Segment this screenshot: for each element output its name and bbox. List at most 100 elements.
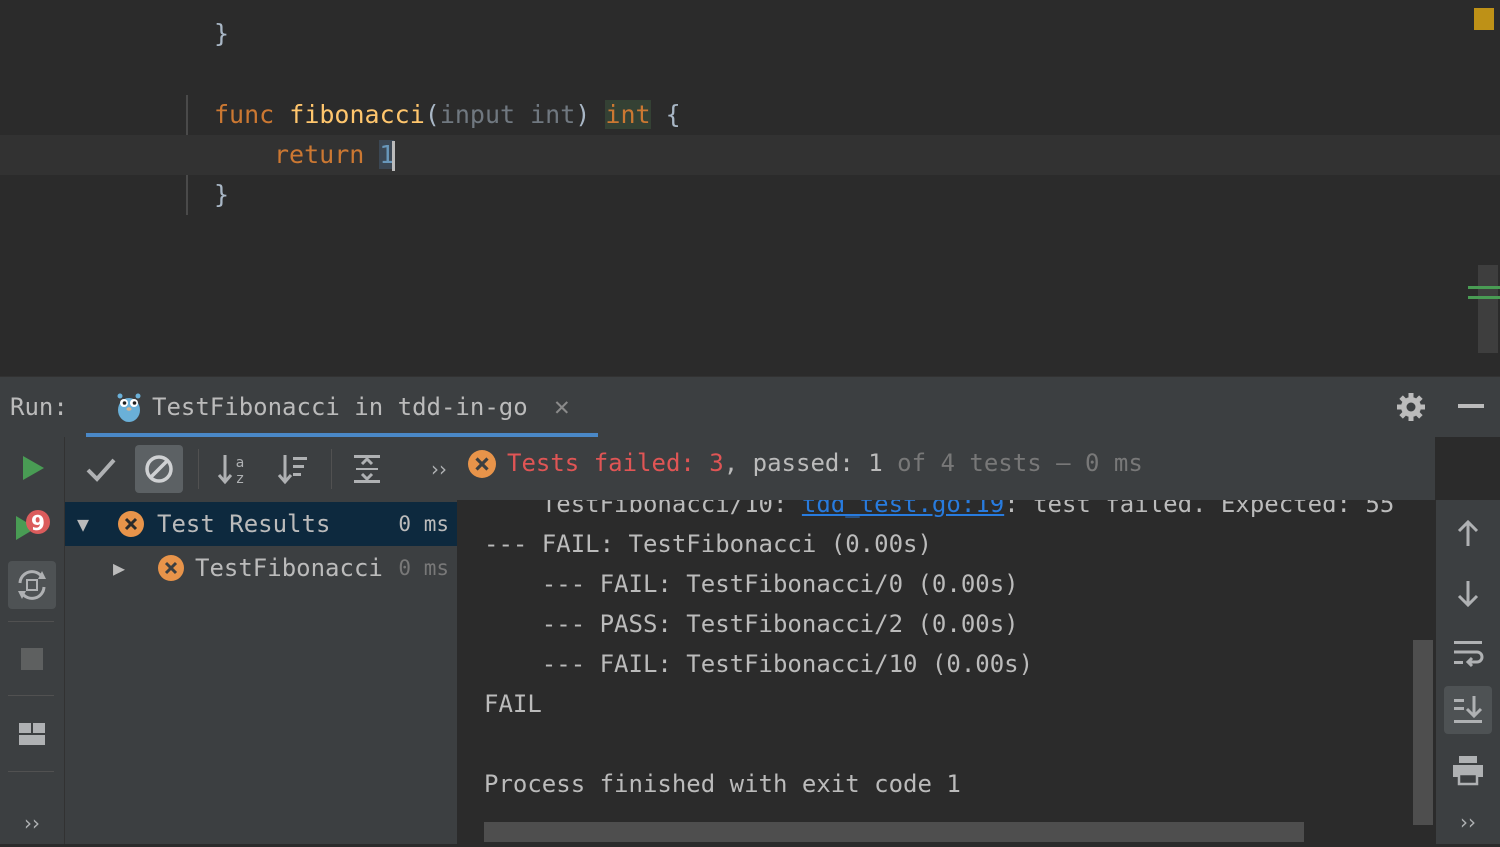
up-button[interactable] bbox=[1444, 510, 1492, 558]
expand-all-button[interactable] bbox=[343, 445, 391, 493]
layout-button[interactable] bbox=[8, 711, 56, 759]
run-button[interactable] bbox=[8, 444, 56, 492]
tree-row-test-results[interactable]: ▼ Test Results 0 ms bbox=[65, 502, 457, 546]
test-results-tree: ▼ Test Results 0 ms ▶ TestFibonacci 0 ms bbox=[65, 500, 458, 844]
stop-button[interactable] bbox=[8, 635, 56, 683]
sort-alphabetically-icon: a z bbox=[217, 455, 245, 487]
scroll-to-end-button[interactable] bbox=[1444, 686, 1492, 734]
horizontal-scrollbar[interactable] bbox=[484, 822, 1304, 842]
code-line-return: return 1 bbox=[0, 135, 1500, 175]
failed-icon bbox=[118, 511, 144, 537]
layout-icon bbox=[19, 723, 45, 745]
failed-icon bbox=[158, 555, 184, 581]
run-tool-window-header: Run: TestFibonacci in tdd-in-go ✕ bbox=[0, 376, 1500, 437]
tree-row-testfibonacci[interactable]: ▶ TestFibonacci 0 ms bbox=[65, 546, 457, 590]
print-icon bbox=[1453, 756, 1483, 786]
keyword-return: return bbox=[274, 140, 365, 169]
gear-icon[interactable] bbox=[1396, 392, 1426, 422]
show-ignored-icon bbox=[145, 455, 173, 483]
toggle-auto-test-icon bbox=[18, 570, 46, 600]
toggle-auto-test-button[interactable] bbox=[8, 561, 56, 609]
passed-count: 1 bbox=[868, 449, 883, 477]
console-line: --- FAIL: TestFibonacci/10 (0.00s) bbox=[484, 650, 1034, 678]
tree-label: TestFibonacci bbox=[195, 554, 383, 582]
console-output[interactable]: TestFibonacci/10: tdd_test.go:19: test f… bbox=[458, 500, 1436, 844]
param-list: input int bbox=[439, 100, 576, 129]
toolbar-separator bbox=[331, 449, 332, 489]
vertical-scrollbar[interactable] bbox=[1413, 640, 1433, 825]
console-line: --- FAIL: TestFibonacci/0 (0.00s) bbox=[484, 570, 1019, 598]
paren-close: ) bbox=[575, 100, 591, 129]
run-label: Run: bbox=[10, 393, 68, 421]
source-link[interactable]: tdd_test.go:19 bbox=[802, 500, 1004, 518]
code-editor[interactable]: } func fibonacci(input int) int { return… bbox=[0, 0, 1500, 376]
show-passed-button[interactable] bbox=[77, 445, 125, 493]
collapse-arrow-icon[interactable]: ▼ bbox=[77, 502, 89, 546]
code-line: } bbox=[0, 14, 1500, 54]
console-line: Process finished with exit code 1 bbox=[484, 770, 961, 798]
down-arrow-icon bbox=[1457, 581, 1479, 608]
console-text: : test failed. Expected: 55 bbox=[1004, 500, 1395, 518]
svg-text:9: 9 bbox=[31, 511, 45, 535]
function-name: fibonacci bbox=[289, 100, 425, 129]
failed-label: Tests failed: bbox=[507, 449, 710, 477]
warning-marker[interactable] bbox=[1474, 8, 1494, 30]
closing-brace: } bbox=[214, 19, 230, 48]
failed-status-icon bbox=[468, 450, 496, 478]
status-suffix: of 4 tests – 0 ms bbox=[882, 449, 1143, 477]
more-icon[interactable]: ›› bbox=[415, 445, 463, 493]
return-type: int bbox=[605, 100, 651, 129]
stop-icon bbox=[21, 648, 43, 670]
run-icon bbox=[23, 456, 44, 480]
closing-brace: } bbox=[214, 180, 230, 209]
show-passed-icon bbox=[86, 458, 116, 482]
soft-wrap-button[interactable] bbox=[1444, 628, 1492, 676]
console-line: TestFibonacci/10: tdd_test.go:19: test f… bbox=[484, 500, 1395, 524]
tree-duration: 0 ms bbox=[398, 556, 449, 580]
show-ignored-button[interactable] bbox=[135, 445, 183, 493]
run-tab[interactable]: TestFibonacci in tdd-in-go ✕ bbox=[86, 377, 598, 437]
console-line: --- PASS: TestFibonacci/2 (0.00s) bbox=[484, 610, 1019, 638]
change-marker bbox=[1468, 286, 1500, 289]
print-button[interactable] bbox=[1444, 746, 1492, 794]
gopher-icon bbox=[117, 393, 141, 422]
passed-label: passed: bbox=[752, 449, 869, 477]
more-icon[interactable]: ›› bbox=[1444, 798, 1492, 846]
more-icon[interactable]: ›› bbox=[8, 799, 56, 847]
run-left-toolbar: 9 ›› bbox=[0, 437, 65, 844]
console-right-toolbar: ›› bbox=[1436, 500, 1500, 844]
sort-by-duration-button[interactable] bbox=[269, 445, 317, 493]
soft-wrap-icon bbox=[1454, 641, 1484, 668]
sort-alphabetically-button[interactable]: a z bbox=[209, 445, 257, 493]
code-line-func-decl: func fibonacci(input int) int { bbox=[0, 95, 1500, 135]
up-arrow-icon bbox=[1457, 519, 1479, 546]
console-text: TestFibonacci/10: bbox=[484, 500, 802, 518]
editor-scrollbar[interactable] bbox=[1478, 265, 1498, 353]
test-toolbar: a z ›› Tests failed: 3, passed: 1 of 4 t… bbox=[65, 437, 1435, 500]
toolbar-separator bbox=[198, 449, 199, 489]
tree-label: Test Results bbox=[157, 510, 331, 538]
change-marker bbox=[1468, 296, 1500, 299]
tree-duration: 0 ms bbox=[398, 512, 449, 536]
keyword-func: func bbox=[214, 100, 275, 129]
sort-by-duration-icon bbox=[277, 455, 307, 485]
svg-text:a: a bbox=[236, 455, 245, 471]
expand-arrow-icon[interactable]: ▶ bbox=[113, 546, 125, 590]
paren-open: ( bbox=[424, 100, 440, 129]
minimize-icon[interactable] bbox=[1458, 404, 1484, 408]
run-tab-title: TestFibonacci in tdd-in-go bbox=[152, 393, 528, 421]
failed-count: 3 bbox=[709, 449, 724, 477]
rerun-failed-icon: 9 bbox=[16, 510, 50, 540]
status-separator: , bbox=[723, 449, 753, 477]
close-tab-icon[interactable]: ✕ bbox=[554, 377, 570, 437]
open-brace: { bbox=[665, 100, 681, 129]
down-button[interactable] bbox=[1444, 569, 1492, 617]
svg-text:z: z bbox=[236, 471, 243, 487]
test-status-summary: Tests failed: 3, passed: 1 of 4 tests – … bbox=[507, 437, 1143, 489]
toolbar-separator bbox=[8, 695, 54, 696]
rerun-failed-button[interactable]: 9 bbox=[8, 502, 56, 550]
scroll-to-end-icon bbox=[1454, 696, 1483, 723]
text-caret bbox=[392, 141, 396, 171]
code-line: } bbox=[0, 175, 1500, 215]
expand-all-icon bbox=[354, 455, 380, 483]
